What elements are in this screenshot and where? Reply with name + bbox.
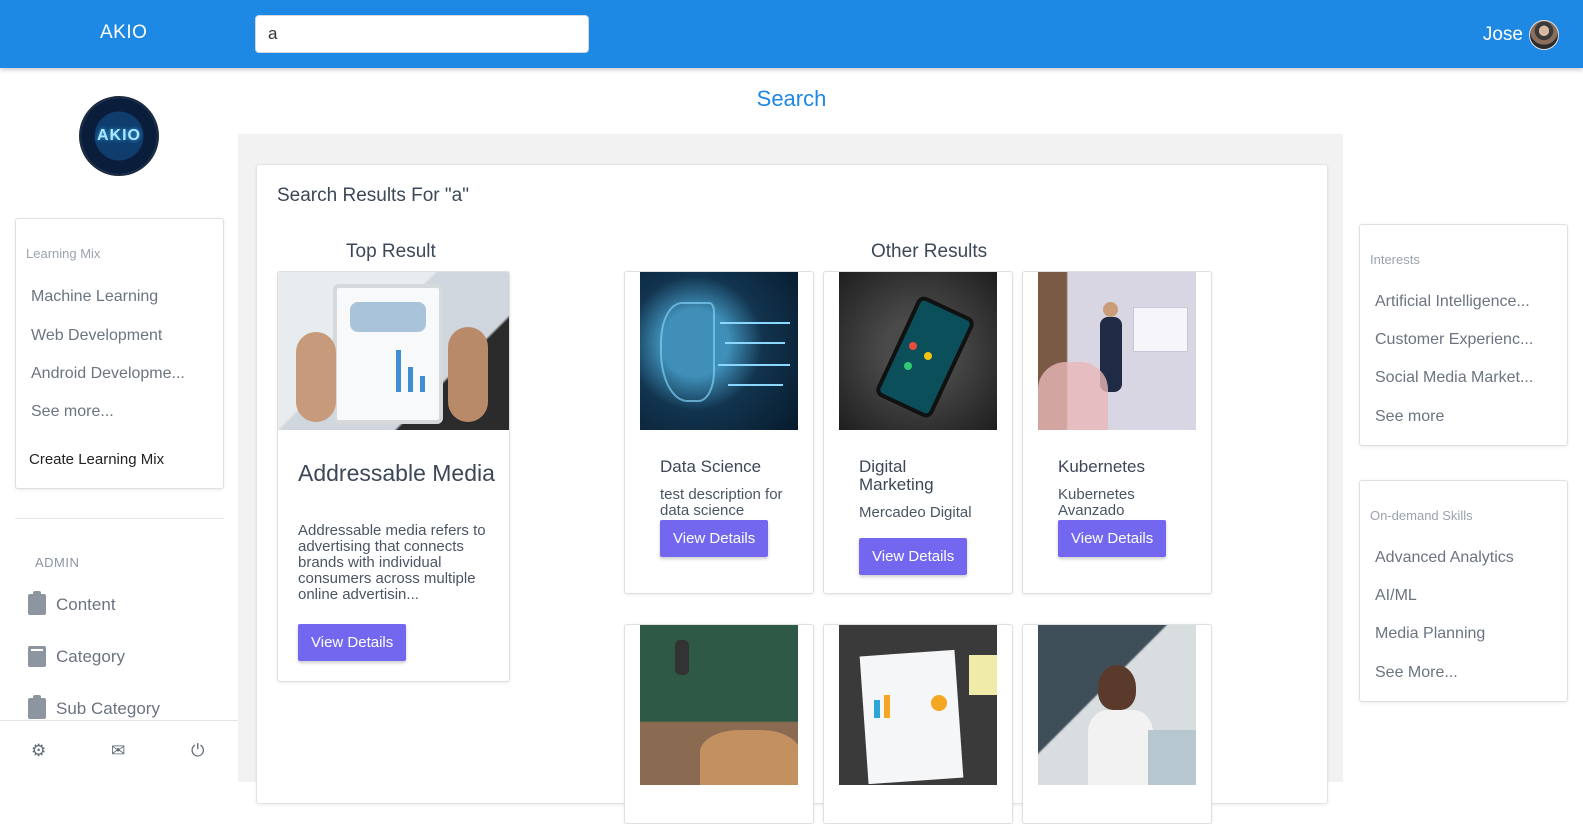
- result-description: Kubernetes Avanzado: [1058, 486, 1135, 519]
- result-title[interactable]: Data Science: [660, 458, 810, 476]
- sidebar-footer: ⚙ ✉ ⏻: [0, 720, 238, 782]
- top-result-description: Addressable media refers to advertising …: [298, 522, 486, 603]
- presenter-image: [1038, 272, 1196, 430]
- avatar[interactable]: [1529, 20, 1559, 50]
- other-results-heading: Other Results: [871, 241, 988, 262]
- admin-heading: ADMIN: [35, 555, 80, 570]
- gear-icon[interactable]: ⚙: [31, 741, 46, 761]
- clipboard-icon: [28, 695, 46, 719]
- admin-item-label: Content: [56, 594, 116, 614]
- result-card-kubernetes[interactable]: Kubernetes Kubernetes Avanzado View Deta…: [1022, 271, 1212, 594]
- learning-mix-card: Learning Mix Machine Learning Web Develo…: [15, 218, 224, 489]
- skill-item[interactable]: AI/ML: [1375, 587, 1417, 605]
- result-card[interactable]: [1022, 624, 1212, 824]
- skill-item[interactable]: Advanced Analytics: [1375, 549, 1514, 567]
- book-icon: [28, 646, 46, 667]
- smartphone-map-image: [839, 272, 997, 430]
- create-learning-mix-link[interactable]: Create Learning Mix: [29, 451, 164, 468]
- learning-mix-item[interactable]: Machine Learning: [31, 288, 158, 306]
- interest-item[interactable]: Social Media Market...: [1375, 369, 1533, 387]
- search-input[interactable]: [255, 15, 589, 53]
- on-demand-skills-card: On-demand Skills Advanced Analytics AI/M…: [1359, 480, 1568, 702]
- classroom-image: [640, 625, 798, 785]
- result-card-digital-marketing[interactable]: Digital Marketing Mercadeo Digital View …: [823, 271, 1013, 594]
- search-results-panel: Search Results For "a" Top Result Other …: [256, 164, 1328, 824]
- interests-heading: Interests: [1370, 252, 1420, 267]
- result-card[interactable]: [823, 624, 1013, 824]
- skill-item[interactable]: Media Planning: [1375, 625, 1485, 643]
- skills-see-more[interactable]: See More...: [1375, 664, 1458, 682]
- brand-name[interactable]: AKIO: [100, 22, 147, 44]
- learning-mix-item[interactable]: Web Development: [31, 327, 162, 345]
- top-result-title[interactable]: Addressable Media: [298, 458, 498, 488]
- admin-item-content[interactable]: Content: [28, 591, 116, 615]
- search-results-heading: Search Results For "a": [277, 185, 469, 206]
- user-name[interactable]: Jose: [1483, 24, 1523, 46]
- learning-mix-see-more[interactable]: See more...: [31, 403, 114, 421]
- admin-item-sub-category[interactable]: Sub Category: [28, 695, 160, 719]
- user-menu[interactable]: Jose: [1483, 20, 1559, 50]
- interests-card: Interests Artificial Intelligence... Cus…: [1359, 224, 1568, 446]
- page-title: Search: [756, 86, 827, 111]
- top-bar: AKIO Jose: [0, 0, 1583, 68]
- charts-paper-image: [839, 625, 997, 785]
- admin-item-label: Category: [56, 646, 125, 666]
- admin-item-category[interactable]: Category: [28, 646, 125, 667]
- result-title[interactable]: Digital Marketing: [859, 458, 979, 494]
- interest-item[interactable]: Artificial Intelligence...: [1375, 293, 1530, 311]
- top-result-heading: Top Result: [346, 241, 436, 262]
- top-result-card[interactable]: Addressable Media Addressable media refe…: [277, 271, 510, 682]
- learning-mix-heading: Learning Mix: [26, 246, 101, 261]
- mail-icon[interactable]: ✉: [111, 741, 125, 761]
- learning-mix-item[interactable]: Android Developme...: [31, 365, 185, 383]
- view-details-button[interactable]: View Details: [859, 538, 968, 575]
- clipboard-copy-icon: [28, 591, 46, 615]
- result-description: Mercadeo Digital: [859, 504, 972, 521]
- power-icon[interactable]: ⏻: [191, 741, 204, 761]
- admin-item-label: Sub Category: [56, 698, 160, 718]
- result-card-data-science[interactable]: Data Science test description for data s…: [624, 271, 814, 594]
- result-title[interactable]: Kubernetes: [1058, 458, 1208, 476]
- divider: [15, 518, 224, 519]
- result-description: test description for data science: [660, 486, 783, 519]
- view-details-button[interactable]: View Details: [1058, 520, 1167, 557]
- woman-phone-image: [1038, 625, 1196, 785]
- skills-heading: On-demand Skills: [1370, 508, 1473, 523]
- interests-see-more[interactable]: See more: [1375, 408, 1444, 426]
- view-details-button[interactable]: View Details: [298, 624, 407, 661]
- result-card[interactable]: [624, 624, 814, 824]
- tablet-world-map-image: [278, 272, 509, 430]
- logo-text: AKIO: [97, 127, 141, 144]
- view-details-button[interactable]: View Details: [660, 520, 769, 557]
- left-sidebar: AKIO Learning Mix Machine Learning Web D…: [0, 68, 238, 782]
- ai-head-image: [640, 272, 798, 430]
- interest-item[interactable]: Customer Experienc...: [1375, 331, 1533, 349]
